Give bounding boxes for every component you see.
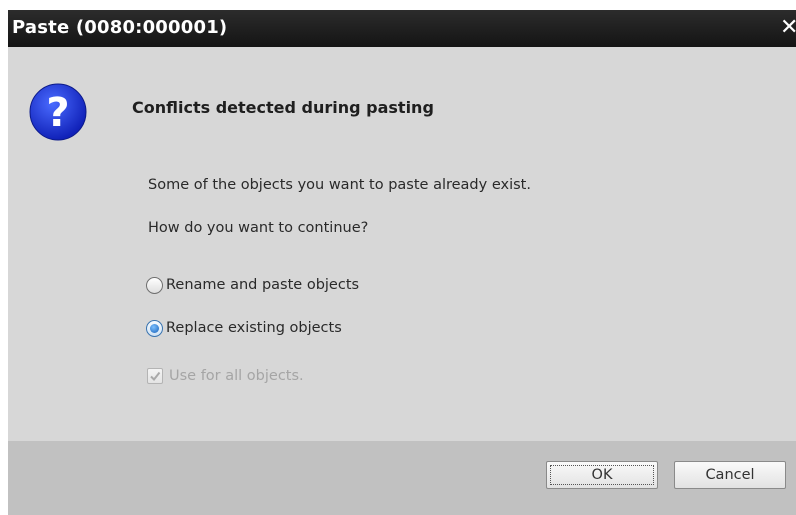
checkmark-icon [150,371,161,382]
radio-selected-dot [150,323,159,333]
svg-text:?: ? [46,90,69,136]
use-for-all-checkbox [147,368,163,384]
close-button[interactable]: ✕ [780,14,796,42]
rename-and-paste-option[interactable]: Rename and paste objects [146,274,359,296]
cancel-label: Cancel [705,467,755,483]
focus-rectangle [550,465,654,485]
rename-radio[interactable] [146,276,163,294]
replace-existing-option[interactable]: Replace existing objects [146,317,342,339]
dialog-content: ? Conflicts detected during pasting Some… [8,47,796,441]
button-bar: OK Cancel [8,441,796,515]
replace-option-label: Replace existing objects [166,320,342,336]
title-bar: Paste (0080:000001) ✕ [8,10,796,47]
use-for-all-label: Use for all objects. [169,368,304,384]
message-existing-objects: Some of the objects you want to paste al… [148,177,531,193]
dialog-heading: Conflicts detected during pasting [132,98,434,117]
message-continue-question: How do you want to continue? [148,220,369,236]
question-icon: ? [29,83,87,141]
replace-radio[interactable] [146,319,163,337]
use-for-all-row: Use for all objects. [147,365,304,387]
ok-button[interactable]: OK [546,461,658,489]
rename-option-label: Rename and paste objects [166,277,360,293]
cancel-button[interactable]: Cancel [674,461,786,489]
paste-dialog: Paste (0080:000001) ✕ ? Conflicts detect… [8,10,796,515]
window-title: Paste (0080:000001) [12,17,228,38]
